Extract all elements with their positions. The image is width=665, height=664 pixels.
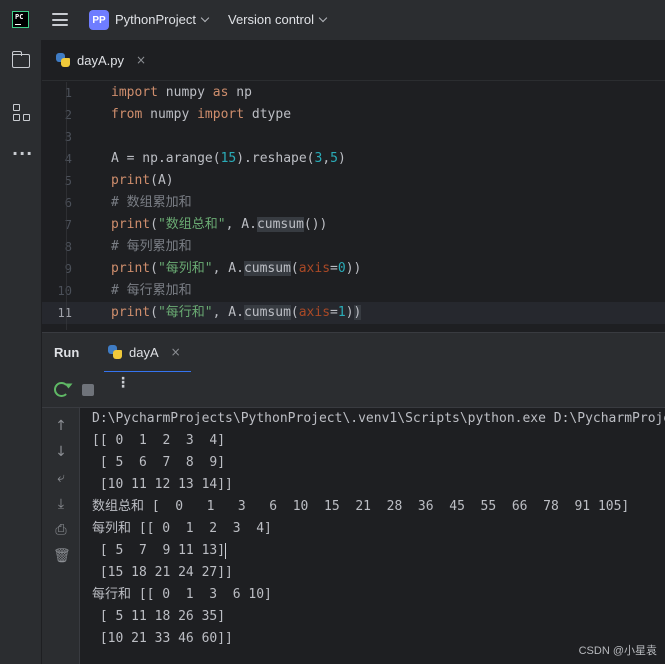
stop-icon[interactable] [82,384,94,396]
run-tab-label: dayA [129,344,159,360]
line-number: 5 [64,174,72,188]
line-number: 7 [64,218,72,232]
project-name: PythonProject [115,12,196,27]
watermark: CSDN @小星袁 [578,645,657,657]
console-line-text: [ 5 7 9 11 13] [92,543,226,558]
line-number: 4 [64,152,72,166]
tab-label: dayA.py [77,52,124,68]
console-side-toolbar: ↑ ↓ ⤶ ⤓ ⎙ 🗑 [42,408,80,664]
version-control-menu[interactable]: Version control [228,12,328,27]
code-line[interactable]: 6 # 数组累加和 [42,192,665,214]
more-options-icon[interactable]: ⋮ [116,376,130,390]
code-line[interactable]: 1 import numpy as np [42,82,665,104]
python-file-icon [108,345,122,359]
line-number: 2 [64,108,72,122]
console-line: [ 5 11 18 26 35] [92,609,226,624]
pycharm-logo-text: PC [15,13,24,21]
code-line[interactable]: 7 print("数组总和", A.cumsum()) [42,214,665,236]
structure-icon[interactable] [13,104,31,122]
console-line: [ 5 6 7 8 9] [92,455,226,470]
close-tab-icon[interactable]: × [136,53,146,67]
line-code: from numpy import dtype [111,107,292,122]
chevron-down-icon [318,13,328,23]
code-line[interactable]: 3 [42,126,665,148]
scroll-to-end-icon[interactable]: ⤓ [53,496,69,512]
line-code: print("每列和", A.cumsum(axis=0)) [111,261,362,276]
code-line[interactable]: 5 print(A) [42,170,665,192]
tab-daya-py[interactable]: dayA.py × [50,47,156,75]
rerun-icon[interactable] [54,382,69,397]
scroll-down-icon[interactable]: ↓ [53,444,69,460]
line-code: # 每列累加和 [111,239,192,254]
run-toolbar: ⋮ [42,372,665,408]
line-code: print(A) [111,173,174,188]
line-number: 11 [57,306,72,320]
tool-window-strip: ··· [0,40,42,664]
soft-wrap-icon[interactable]: ⤶ [53,470,69,486]
console-line: [10 21 33 46 60]] [92,631,233,646]
main-menu-icon[interactable] [52,13,68,26]
code-line[interactable]: 9 print("每列和", A.cumsum(axis=0)) [42,258,665,280]
console-line: [[ 0 1 2 3 4] [92,433,226,448]
console-output[interactable]: D:\PycharmProjects\PythonProject\.venv1\… [80,408,665,664]
console-line: D:\PycharmProjects\PythonProject\.venv1\… [92,411,665,426]
line-code: A = np.arange(15).reshape(3,5) [111,151,346,166]
version-control-label: Version control [228,12,314,27]
text-caret [225,542,227,559]
trash-icon[interactable]: 🗑 [53,548,71,564]
line-number: 9 [64,262,72,276]
line-number: 8 [64,240,72,254]
run-panel-title: Run [54,345,80,360]
line-number: 3 [64,130,72,144]
code-editor[interactable]: 1 import numpy as np 2 from numpy import… [42,82,665,330]
code-line[interactable]: 10 # 每行累加和 [42,280,665,302]
code-line-current[interactable]: 11 print("每行和", A.cumsum(axis=1)) [42,302,665,324]
gutter-divider [66,82,67,330]
console-line-with-caret: [ 5 7 9 11 13] [92,540,227,562]
line-number: 10 [57,284,72,298]
python-file-icon [56,53,70,67]
line-code: import numpy as np [111,85,252,100]
console-line: [10 11 12 13 14]] [92,477,233,492]
console-line: 每列和 [[ 0 1 2 3 4] [92,521,272,536]
line-number: 1 [64,86,72,100]
close-tab-icon[interactable]: × [171,345,181,359]
print-icon[interactable]: ⎙ [53,522,69,538]
line-code: print("数组总和", A.cumsum()) [111,217,328,232]
more-tools-icon[interactable]: ··· [12,144,33,163]
title-bar: PC PP PythonProject Version control [0,0,665,40]
pycharm-logo-icon[interactable]: PC [12,11,29,28]
line-code: # 数组累加和 [111,195,192,210]
code-line[interactable]: 8 # 每列累加和 [42,236,665,258]
console-line: 每行和 [[ 0 1 3 6 10] [92,587,272,602]
tab-run-daya[interactable]: dayA × [104,333,191,373]
project-selector[interactable]: PythonProject [115,12,210,27]
code-line[interactable]: 4 A = np.arange(15).reshape(3,5) [42,148,665,170]
editor-tab-bar: dayA.py × [42,40,665,81]
project-badge-icon[interactable]: PP [89,10,109,30]
console-line: 数组总和 [ 0 1 3 6 10 15 21 28 36 45 55 66 7… [92,499,630,514]
line-number: 6 [64,196,72,210]
project-folder-icon[interactable] [11,51,30,68]
chevron-down-icon [200,13,210,23]
line-code: print("每行和", A.cumsum(axis=1)) [111,305,362,320]
run-panel-header: Run dayA × [42,332,665,373]
line-code: # 每行累加和 [111,283,192,298]
console-line: [15 18 21 24 27]] [92,565,233,580]
code-line[interactable]: 2 from numpy import dtype [42,104,665,126]
scroll-up-icon[interactable]: ↑ [53,418,69,434]
